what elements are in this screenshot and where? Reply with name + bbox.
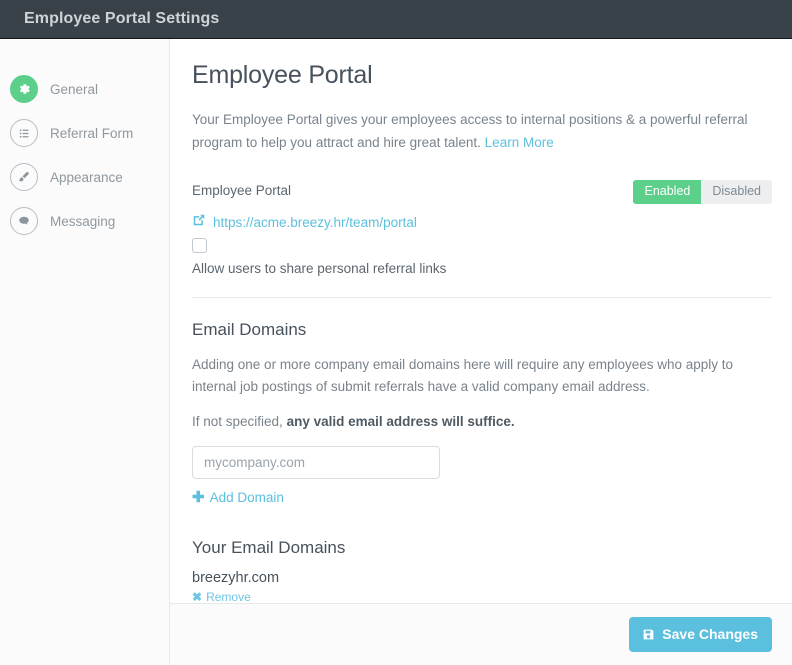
sidebar-item-label-referral-form: Referral Form	[50, 125, 134, 141]
chat-bubble-icon	[10, 207, 38, 235]
intro-text: Your Employee Portal gives your employee…	[192, 112, 748, 150]
email-domains-note: If not specified, any valid email addres…	[192, 414, 772, 429]
sidebar-item-label-general: General	[50, 81, 99, 97]
domain-name: breezyhr.com	[192, 569, 280, 586]
main-panel: Employee Portal Your Employee Portal giv…	[170, 39, 792, 665]
share-referral-links-label: Allow users to share personal referral l…	[192, 260, 447, 276]
sidebar-item-label-appearance: Appearance	[50, 169, 123, 185]
learn-more-link[interactable]: Learn More	[485, 135, 554, 150]
sidebar-item-messaging[interactable]: Messaging	[0, 199, 169, 243]
intro-paragraph: Your Employee Portal gives your employee…	[192, 108, 772, 154]
sidebar-item-referral-form[interactable]: Referral Form	[0, 111, 169, 155]
settings-content: Employee Portal Your Employee Portal giv…	[170, 39, 792, 603]
portal-url-link[interactable]: https://acme.breezy.hr/team/portal	[213, 215, 417, 230]
employee-portal-label: Employee Portal	[192, 183, 292, 198]
sidebar-item-general[interactable]: General	[0, 67, 169, 111]
section-divider	[192, 296, 772, 298]
portal-enabled-toggle[interactable]: Enabled Disabled	[633, 180, 772, 204]
sidebar-item-appearance[interactable]: Appearance	[0, 155, 169, 199]
window-titlebar: Employee Portal Settings	[0, 0, 792, 39]
save-changes-button[interactable]: Save Changes	[629, 617, 772, 652]
remove-domain-label: Remove	[206, 589, 251, 604]
gear-icon	[10, 75, 38, 103]
window-title: Employee Portal Settings	[24, 10, 220, 27]
email-domains-title: Email Domains	[192, 319, 307, 339]
portal-url-row: https://acme.breezy.hr/team/portal	[192, 213, 772, 232]
external-link-icon[interactable]	[192, 213, 206, 232]
portal-enable-row: Employee Portal Enabled Disabled	[192, 180, 772, 204]
plus-icon: ✚	[192, 488, 205, 506]
domain-input[interactable]	[192, 445, 440, 479]
share-referral-links-checkbox[interactable]	[192, 237, 207, 253]
note-bold: any valid email address will suffice.	[286, 413, 515, 429]
sidebar-item-label-messaging: Messaging	[50, 213, 116, 229]
save-changes-label: Save Changes	[662, 626, 758, 642]
footer-bar: Save Changes	[170, 603, 792, 665]
domain-list-item: breezyhr.com ✖ Remove	[192, 570, 772, 604]
note-prefix: If not specified,	[192, 413, 287, 429]
your-email-domains-title: Your Email Domains	[192, 537, 346, 557]
list-icon	[10, 119, 38, 147]
add-domain-button[interactable]: ✚ Add Domain	[192, 490, 284, 505]
save-disk-icon	[642, 628, 662, 641]
paintbrush-icon	[10, 163, 38, 191]
app-body: General Referral Form Appearance Messagi…	[0, 39, 792, 665]
toggle-option-disabled[interactable]: Disabled	[701, 180, 772, 204]
email-domains-description: Adding one or more company email domains…	[192, 356, 734, 394]
close-icon: ✖	[192, 589, 203, 603]
add-domain-label: Add Domain	[209, 489, 284, 505]
settings-sidebar: General Referral Form Appearance Messagi…	[0, 39, 170, 665]
page-title: Employee Portal	[192, 61, 373, 89]
share-referral-links-block: Allow users to share personal referral l…	[192, 237, 772, 276]
toggle-option-enabled[interactable]: Enabled	[633, 180, 702, 204]
remove-domain-button[interactable]: ✖ Remove	[192, 590, 251, 604]
